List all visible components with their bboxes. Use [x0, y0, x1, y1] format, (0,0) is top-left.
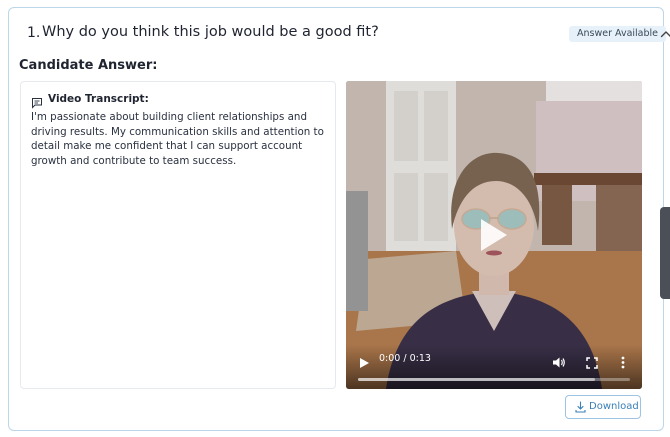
side-feedback-tab[interactable] [660, 207, 670, 299]
download-icon [575, 401, 586, 413]
play-icon[interactable] [358, 354, 370, 368]
volume-icon[interactable] [552, 354, 566, 368]
download-label: Download [589, 401, 639, 412]
chevron-up-icon[interactable] [658, 26, 670, 42]
download-button[interactable]: Download [565, 395, 641, 419]
video-progress-bar[interactable] [358, 378, 630, 381]
question-header[interactable]: 1. Why do you think this job would be a … [27, 24, 670, 46]
video-controls: 0:00 / 0:13 [346, 345, 642, 389]
question-number: 1. [27, 25, 41, 41]
fullscreen-icon[interactable] [586, 354, 598, 369]
question-text: Why do you think this job would be a goo… [42, 24, 379, 40]
transcript-panel: Video Transcript: I'm passionate about b… [20, 81, 336, 389]
question-card: 1. Why do you think this job would be a … [8, 7, 670, 431]
video-player[interactable]: 0:00 / 0:13 [346, 81, 642, 389]
more-vert-icon[interactable] [621, 354, 625, 369]
chat-bubble-icon [31, 94, 43, 109]
video-time-display: 0:00 / 0:13 [379, 353, 431, 364]
play-overlay-icon[interactable] [479, 217, 509, 253]
transcript-label: Video Transcript: [48, 93, 149, 105]
video-buffered-fill [358, 378, 595, 381]
answer-status-badge: Answer Available [569, 26, 667, 42]
transcript-text: I'm passionate about building client rel… [31, 111, 324, 167]
candidate-answer-title: Candidate Answer: [19, 58, 158, 73]
